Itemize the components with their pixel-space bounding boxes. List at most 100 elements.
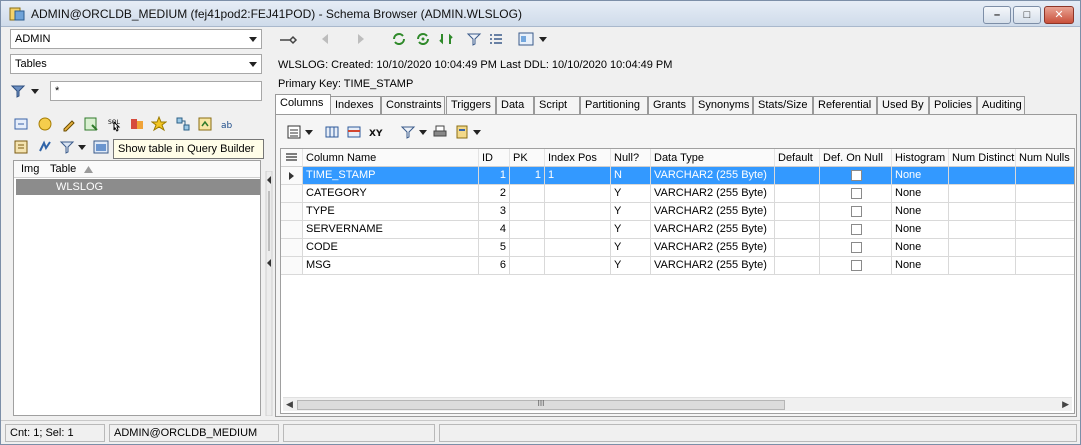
layout-icon[interactable]	[518, 31, 534, 47]
tab-constraints[interactable]: Constraints	[381, 96, 445, 114]
tab-partitioning[interactable]: Partitioning	[580, 96, 648, 114]
maximize-button[interactable]: □	[1013, 6, 1041, 24]
table-row[interactable]: CODE 5 Y VARCHAR2 (255 Byte) None	[281, 239, 1074, 257]
status-bar: Cnt: 1; Sel: 1 ADMIN@ORCLDB_MEDIUM	[1, 420, 1080, 444]
describe-icon[interactable]	[83, 116, 99, 132]
def-on-null-checkbox[interactable]	[851, 188, 862, 199]
cell-column-name: TIME_STAMP	[303, 167, 479, 185]
table-row[interactable]: SERVERNAME 4 Y VARCHAR2 (255 Byte) None	[281, 221, 1074, 239]
grid-menu-icon[interactable]	[286, 153, 297, 162]
grid-options-icon[interactable]	[286, 124, 302, 140]
filter-options-icon[interactable]	[10, 83, 26, 99]
object-type-select[interactable]: Tables	[10, 54, 262, 74]
close-button[interactable]: ✕	[1044, 6, 1074, 24]
horizontal-scrollbar[interactable]: ◀ III ▶	[283, 397, 1072, 411]
tab-triggers[interactable]: Triggers	[446, 96, 496, 114]
analyze-icon[interactable]	[37, 139, 53, 155]
table-row[interactable]: MSG 6 Y VARCHAR2 (255 Byte) None	[281, 257, 1074, 275]
new-table-icon[interactable]	[37, 116, 53, 132]
table-row[interactable]: TIME_STAMP 1 1 1 N VARCHAR2 (255 Byte) N…	[281, 167, 1074, 185]
print-icon[interactable]	[432, 124, 448, 140]
minimize-button[interactable]: –	[983, 6, 1011, 24]
sync-icon[interactable]	[438, 31, 454, 47]
table-column-header[interactable]: Table	[50, 163, 76, 175]
scrollbar-thumb[interactable]: III	[297, 399, 785, 410]
query-viewer-icon[interactable]	[93, 139, 109, 155]
column-header-default[interactable]: Default	[775, 149, 820, 167]
tab-stats-size[interactable]: Stats/Size	[753, 96, 813, 114]
cell-data-type: VARCHAR2 (255 Byte)	[651, 167, 775, 185]
export-ddl-icon[interactable]	[197, 116, 213, 132]
refresh-list-icon[interactable]	[13, 116, 29, 132]
export-dropdown-icon[interactable]	[472, 124, 482, 140]
tab-script[interactable]: Script	[534, 96, 580, 114]
grid-filter-icon[interactable]	[400, 124, 416, 140]
tab-grants[interactable]: Grants	[648, 96, 693, 114]
filter-dropdown-icon[interactable]	[77, 139, 87, 155]
script-icon[interactable]	[13, 139, 29, 155]
tab-policies[interactable]: Policies	[929, 96, 977, 114]
column-header-def-on-null[interactable]: Def. On Null	[820, 149, 892, 167]
tab-used-by[interactable]: Used By	[877, 96, 929, 114]
tab-indexes[interactable]: Indexes	[330, 96, 381, 114]
back-icon[interactable]	[318, 31, 334, 47]
grid-filter-dropdown-icon[interactable]	[418, 124, 428, 140]
export-icon[interactable]	[454, 124, 470, 140]
column-header-null[interactable]: Null?	[611, 149, 651, 167]
def-on-null-checkbox[interactable]	[851, 242, 862, 253]
column-header-num-distinct[interactable]: Num Distinct	[949, 149, 1016, 167]
xy-chart-icon[interactable]: XY	[368, 124, 390, 140]
schema-select[interactable]: ADMIN	[10, 29, 262, 49]
column-header-histogram[interactable]: Histogram	[892, 149, 949, 167]
splitter-handle[interactable]	[265, 171, 273, 416]
tab-data[interactable]: Data	[496, 96, 534, 114]
object-list[interactable]: Img Table WLSLOG	[13, 160, 261, 416]
alter-table-icon[interactable]	[61, 116, 77, 132]
def-on-null-checkbox[interactable]	[851, 260, 862, 271]
cell-num-distinct	[949, 203, 1016, 221]
column-header-data-type[interactable]: Data Type	[651, 149, 775, 167]
tab-synonyms[interactable]: Synonyms	[693, 96, 753, 114]
scroll-right-icon[interactable]: ▶	[1062, 399, 1069, 410]
data-export-icon[interactable]	[129, 116, 145, 132]
scroll-left-icon[interactable]: ◀	[286, 399, 293, 410]
add-column-icon[interactable]	[324, 124, 340, 140]
column-header-num-nulls[interactable]: Num Nulls	[1016, 149, 1074, 167]
column-header-pk[interactable]: PK	[510, 149, 545, 167]
favorite-icon[interactable]	[151, 116, 167, 132]
table-row[interactable]: TYPE 3 Y VARCHAR2 (255 Byte) None	[281, 203, 1074, 221]
table-row[interactable]: CATEGORY 2 Y VARCHAR2 (255 Byte) None	[281, 185, 1074, 203]
tab-auditing[interactable]: Auditing	[977, 96, 1025, 114]
refresh-icon[interactable]	[391, 31, 407, 47]
def-on-null-checkbox[interactable]	[851, 206, 862, 217]
grid-options-dropdown-icon[interactable]	[304, 124, 314, 140]
tab-referential[interactable]: Referential	[813, 96, 877, 114]
filter-icon[interactable]	[466, 31, 482, 47]
column-header-name[interactable]: Column Name	[303, 149, 479, 167]
object-filter-input[interactable]: *	[50, 81, 262, 101]
forward-icon[interactable]	[352, 31, 368, 47]
connection-icon[interactable]	[278, 31, 298, 47]
grid-toolbar: XY	[286, 122, 506, 142]
query-builder-icon[interactable]: SQL	[107, 116, 123, 132]
column-header-id[interactable]: ID	[479, 149, 510, 167]
tab-columns[interactable]: Columns	[275, 94, 331, 115]
schema-compare-icon[interactable]	[175, 116, 191, 132]
edit-column-icon[interactable]	[346, 124, 362, 140]
columns-grid[interactable]: Column Name ID PK Index Pos Null? Data T…	[280, 148, 1075, 414]
list-options-icon[interactable]	[488, 31, 504, 47]
rename-icon[interactable]: ab	[221, 116, 237, 132]
list-item[interactable]: WLSLOG	[16, 179, 260, 195]
img-column-header[interactable]: Img	[21, 163, 39, 175]
filter-icon[interactable]	[59, 139, 75, 155]
column-header-index-pos[interactable]: Index Pos	[545, 149, 611, 167]
cell-pk: 1	[510, 167, 545, 185]
filter-dropdown-icon[interactable]	[30, 83, 40, 99]
refresh-all-icon[interactable]	[415, 31, 431, 47]
primary-key-info: Primary Key: TIME_STAMP	[278, 78, 414, 90]
cell-data-type: VARCHAR2 (255 Byte)	[651, 239, 775, 257]
close-icon: ✕	[1054, 9, 1064, 21]
layout-dropdown-icon[interactable]	[538, 31, 548, 47]
def-on-null-checkbox[interactable]	[851, 224, 862, 235]
def-on-null-checkbox[interactable]	[851, 170, 862, 181]
